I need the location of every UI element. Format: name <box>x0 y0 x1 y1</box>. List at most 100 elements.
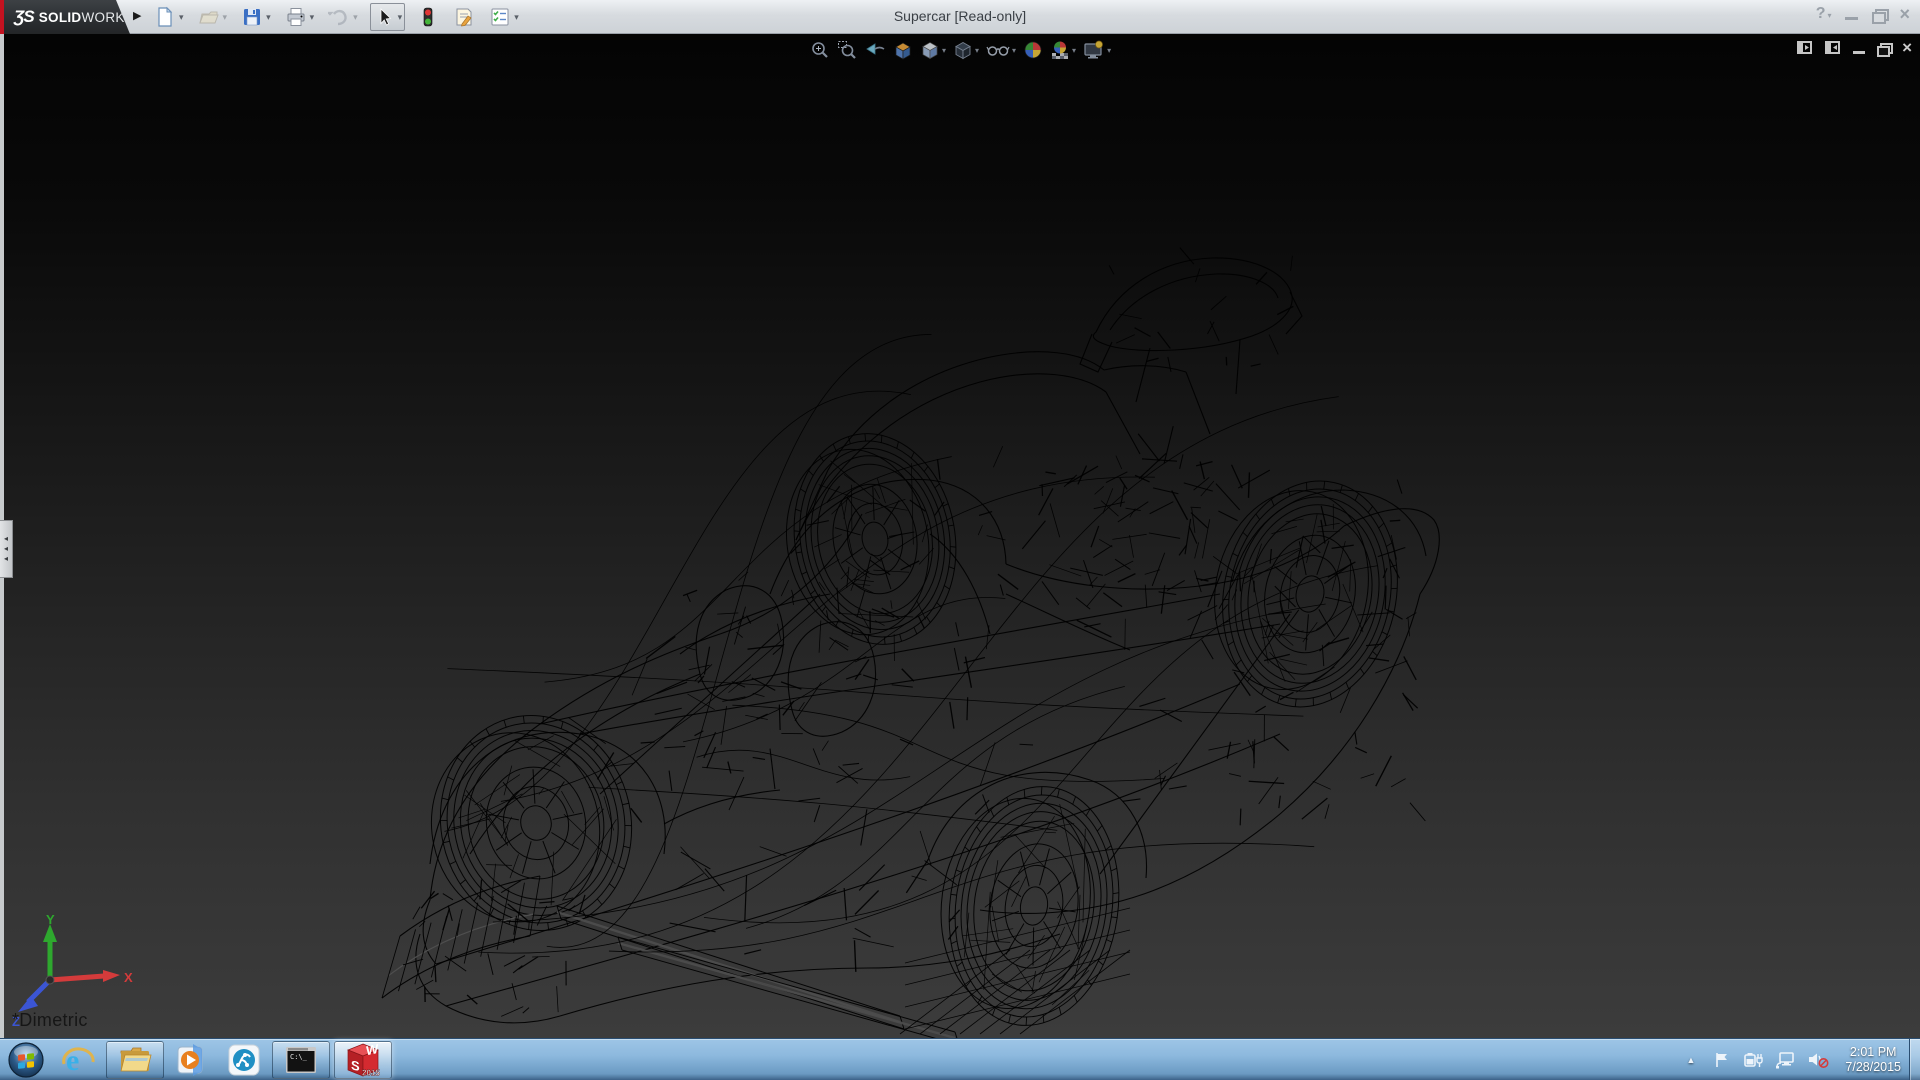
volume-muted-icon[interactable] <box>1807 1051 1829 1069</box>
display-style-icon <box>953 40 973 60</box>
start-button[interactable] <box>0 1040 52 1080</box>
print-icon <box>285 6 307 28</box>
chevron-down-icon[interactable]: ▾ <box>179 12 184 23</box>
command-prompt-icon: C:\_ <box>284 1045 318 1075</box>
supercar-wireframe <box>0 34 1920 1038</box>
apply-scene-icon <box>1050 40 1070 60</box>
appearance-sphere-icon <box>1023 40 1043 60</box>
show-desktop-button[interactable] <box>1909 1039 1920 1080</box>
save-button[interactable]: ▾ <box>239 3 273 31</box>
logo-text-works: WORKS <box>82 10 135 25</box>
collapse-arrow-icon: ◂ <box>4 555 8 563</box>
chevron-down-icon: ▾ <box>223 12 228 23</box>
chevron-down-icon[interactable]: ▾ <box>1012 46 1016 55</box>
chevron-down-icon[interactable]: ▾ <box>310 12 315 23</box>
window-controls: ?▾ × <box>1816 5 1910 23</box>
triad-x-label: X <box>124 970 133 985</box>
dassault-app-icon <box>227 1043 261 1077</box>
new-document-button[interactable]: ▾ <box>152 3 186 31</box>
system-tray: ▲ <box>1686 1039 1920 1080</box>
internet-explorer-icon: e <box>60 1042 96 1078</box>
previous-view-icon <box>864 40 886 60</box>
zoom-to-fit-icon <box>810 40 830 60</box>
network-icon[interactable] <box>1775 1051 1795 1069</box>
taskbar-item-command-prompt[interactable]: C:\_ <box>272 1041 330 1079</box>
triad-y-label: Y <box>46 914 55 927</box>
viewport-3d[interactable]: ◂ ◂ ◂ <box>0 34 1920 1038</box>
screen: ƷS SOLIDWORKS ▶ ▾ ▾ <box>0 0 1920 1080</box>
headsup-view-toolbar: ▾ ▾ ▾ <box>810 40 1111 60</box>
view-orientation-label: *Dimetric <box>12 1010 88 1031</box>
open-document-button[interactable]: ▾ <box>196 3 230 31</box>
chevron-down-icon[interactable]: ▾ <box>398 12 403 23</box>
chevron-down-icon[interactable]: ▾ <box>1072 46 1076 55</box>
viewport-minimize-button[interactable] <box>1853 51 1865 54</box>
viewport-close-button[interactable]: × <box>1902 40 1912 56</box>
view-orientation-button[interactable]: ▾ <box>920 40 946 60</box>
undo-icon <box>328 6 350 28</box>
collapse-arrow-icon: ◂ <box>4 535 8 543</box>
help-button[interactable]: ?▾ <box>1816 5 1832 23</box>
restore-button[interactable] <box>1872 9 1885 20</box>
collapse-arrow-icon: ◂ <box>4 545 8 553</box>
display-style-button[interactable]: ▾ <box>953 40 979 60</box>
options-button[interactable]: ▾ <box>487 3 521 31</box>
edit-appearance-button[interactable] <box>1023 40 1043 60</box>
hide-show-items-button[interactable]: ▾ <box>986 40 1016 60</box>
viewport-restore-button[interactable] <box>1877 43 1890 54</box>
undo-button[interactable]: ▾ <box>326 3 360 31</box>
logo-red-stripe <box>0 0 4 34</box>
apply-scene-button[interactable]: ▾ <box>1050 40 1076 60</box>
zoom-to-area-button[interactable] <box>837 40 857 60</box>
solidworks-2015-icon: S W 2015 <box>345 1042 381 1078</box>
save-floppy-icon <box>241 6 263 28</box>
file-properties-icon <box>453 6 475 28</box>
taskbar-item-solidworks[interactable]: S W 2015 <box>334 1041 392 1079</box>
chevron-down-icon[interactable]: ▾ <box>514 12 519 23</box>
taskbar-clock[interactable]: 2:01 PM 7/28/2015 <box>1845 1045 1901 1075</box>
svg-text:W: W <box>366 1042 379 1059</box>
section-view-button[interactable] <box>893 40 913 60</box>
select-tool-button[interactable]: ▾ <box>370 3 406 31</box>
taskbar: e <box>0 1038 1920 1080</box>
traffic-light-button[interactable] <box>415 3 441 31</box>
zoom-to-area-icon <box>837 40 857 60</box>
solidworks-logo: ƷS SOLIDWORKS <box>4 0 130 34</box>
taskbar-item-dassault-app[interactable] <box>218 1040 270 1080</box>
view-settings-button[interactable]: ▾ <box>1083 40 1111 60</box>
tray-expand-icon[interactable]: ▲ <box>1686 1055 1695 1065</box>
power-battery-icon[interactable] <box>1743 1051 1763 1069</box>
viewport-window-controls: × <box>1797 40 1912 56</box>
section-view-icon <box>893 40 913 60</box>
menu-flyout-icon[interactable]: ▶ <box>133 9 141 22</box>
taskbar-item-internet-explorer[interactable]: e <box>52 1040 104 1080</box>
clock-date: 7/28/2015 <box>1845 1060 1901 1075</box>
chevron-down-icon[interactable]: ▾ <box>942 46 946 55</box>
chevron-down-icon[interactable]: ▾ <box>266 12 271 23</box>
file-properties-button[interactable] <box>451 3 477 31</box>
action-center-flag-icon[interactable] <box>1713 1051 1731 1069</box>
panel-expand-tab[interactable]: ◂ ◂ ◂ <box>0 520 13 578</box>
windows-start-icon <box>7 1041 45 1079</box>
chevron-down-icon[interactable]: ▾ <box>975 46 979 55</box>
svg-text:2015: 2015 <box>362 1068 380 1077</box>
close-button[interactable]: × <box>1899 5 1910 23</box>
svg-text:S: S <box>351 1057 360 1074</box>
minimize-button[interactable] <box>1845 17 1858 20</box>
traffic-light-icon <box>417 6 439 28</box>
show-left-pane-button[interactable] <box>1797 41 1813 55</box>
chevron-down-icon[interactable]: ▾ <box>1107 46 1111 55</box>
show-right-pane-button[interactable] <box>1825 41 1841 55</box>
zoom-to-fit-button[interactable] <box>810 40 830 60</box>
print-button[interactable]: ▾ <box>283 3 317 31</box>
svg-text:C:\_: C:\_ <box>290 1053 308 1061</box>
previous-view-button[interactable] <box>864 40 886 60</box>
taskbar-item-media-player[interactable] <box>166 1040 218 1080</box>
media-player-icon <box>175 1043 209 1077</box>
logo-text-solid: SOLID <box>39 10 82 25</box>
options-list-icon <box>489 6 511 28</box>
view-orientation-icon <box>920 40 940 60</box>
new-document-icon <box>154 6 176 28</box>
taskbar-item-file-explorer[interactable] <box>106 1041 164 1079</box>
chevron-down-icon: ▾ <box>353 12 358 23</box>
